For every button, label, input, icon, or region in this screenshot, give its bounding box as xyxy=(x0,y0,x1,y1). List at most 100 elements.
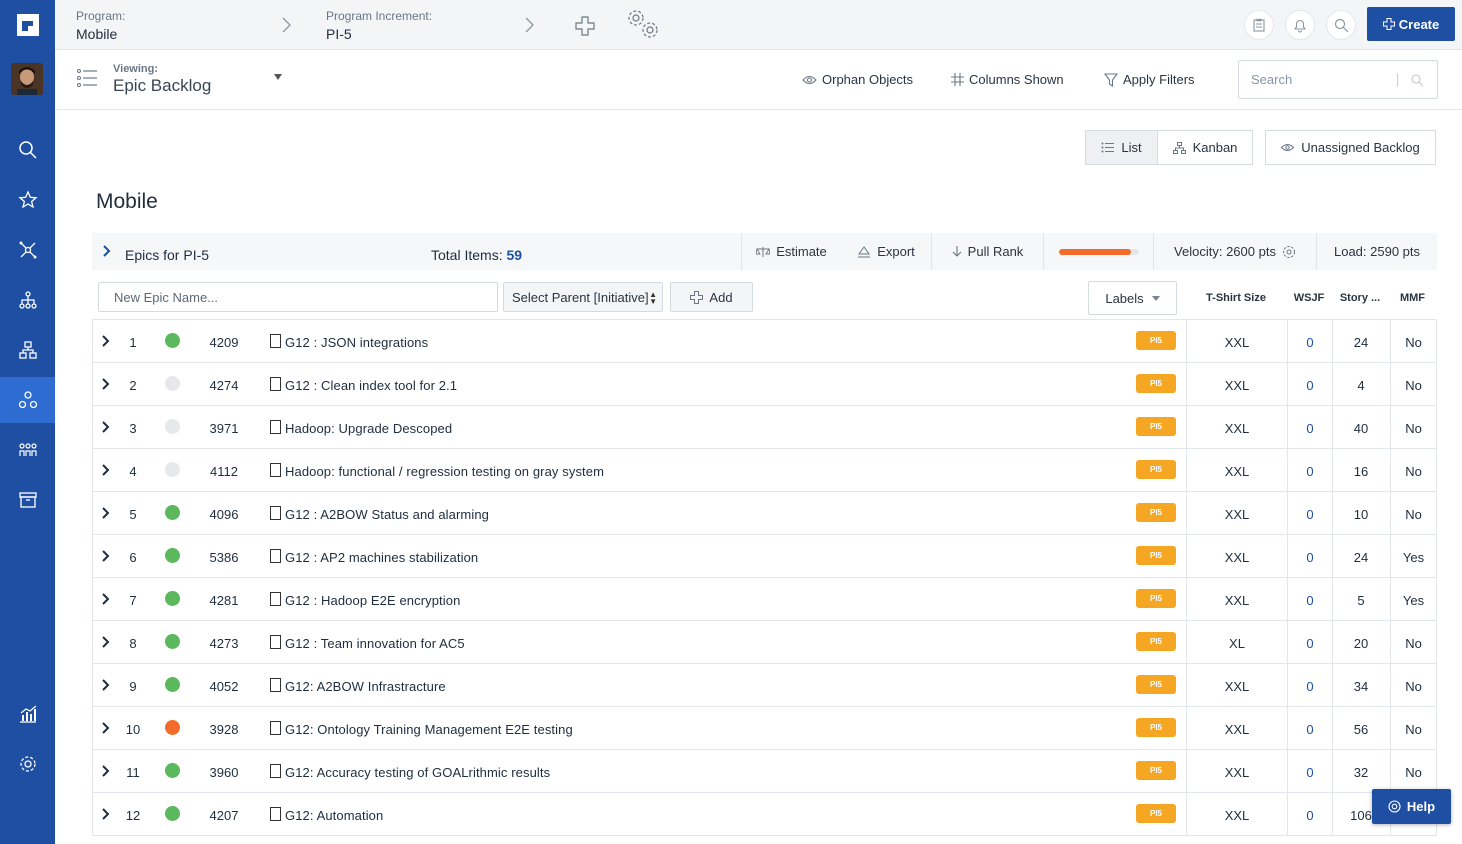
pi-label-badge[interactable]: PI5 xyxy=(1136,546,1176,565)
export-button[interactable]: Export xyxy=(841,233,931,270)
parent-initiative-select[interactable]: Select Parent [Initiative] ▲ ▼ xyxy=(503,282,663,312)
column-header-mmf[interactable]: MMF xyxy=(1390,292,1435,304)
chevron-right-icon[interactable] xyxy=(101,765,110,777)
row-size[interactable]: XXL xyxy=(1187,722,1287,737)
row-id[interactable]: 3971 xyxy=(201,421,247,436)
row-id[interactable]: 3960 xyxy=(201,765,247,780)
chevron-right-icon[interactable] xyxy=(102,245,111,257)
table-row[interactable]: 4 4112 Hadoop: functional / regression tes… xyxy=(92,449,1437,492)
labels-dropdown[interactable]: Labels xyxy=(1088,281,1177,315)
row-mmf[interactable]: Yes xyxy=(1391,593,1436,608)
pi-label-badge[interactable]: PI5 xyxy=(1136,589,1176,608)
row-name[interactable]: G12 : A2BOW Status and alarming xyxy=(285,507,489,522)
row-name[interactable]: G12: Automation xyxy=(285,808,383,823)
app-logo[interactable] xyxy=(0,0,55,50)
row-size[interactable]: XXL xyxy=(1187,421,1287,436)
add-icon[interactable] xyxy=(575,16,595,36)
column-header-wsjf[interactable]: WSJF xyxy=(1287,292,1331,304)
unassigned-backlog-button[interactable]: Unassigned Backlog xyxy=(1265,130,1436,165)
row-id[interactable]: 4112 xyxy=(201,464,247,479)
chevron-right-icon[interactable] xyxy=(101,378,110,390)
pi-label-badge[interactable]: PI5 xyxy=(1136,374,1176,393)
row-wsjf[interactable]: 0 xyxy=(1288,636,1332,651)
add-epic-button[interactable]: Add xyxy=(670,282,753,312)
pi-breadcrumb[interactable]: Program Increment: PI-5 xyxy=(326,9,432,42)
row-size[interactable]: XXL xyxy=(1187,550,1287,565)
viewing-value[interactable]: Epic Backlog xyxy=(113,76,211,96)
row-name[interactable]: G12 : Clean index tool for 2.1 xyxy=(285,378,457,393)
sidebar-settings[interactable] xyxy=(0,741,55,787)
chevron-right-icon[interactable] xyxy=(101,722,110,734)
row-mmf[interactable]: No xyxy=(1391,464,1436,479)
columns-shown-button[interactable]: Columns Shown xyxy=(951,72,1064,87)
row-story-points[interactable]: 24 xyxy=(1333,550,1389,565)
pi-label-badge[interactable]: PI5 xyxy=(1136,804,1176,823)
row-story-points[interactable]: 40 xyxy=(1333,421,1389,436)
table-row[interactable]: 8 4273 G12 : Team innovation for AC5 PI5 XL 0… xyxy=(92,621,1437,664)
table-row[interactable]: 9 4052 G12: A2BOW Infrastracture PI5 XXL 0 34 N… xyxy=(92,664,1437,707)
row-wsjf[interactable]: 0 xyxy=(1288,765,1332,780)
table-row[interactable]: 12 4207 G12: Automation PI5 XXL 0 106 xyxy=(92,793,1437,836)
row-id[interactable]: 4274 xyxy=(201,378,247,393)
row-id[interactable]: 3928 xyxy=(201,722,247,737)
row-size[interactable]: XXL xyxy=(1187,335,1287,350)
pi-label-badge[interactable]: PI5 xyxy=(1136,632,1176,651)
pi-label-badge[interactable]: PI5 xyxy=(1136,761,1176,780)
chevron-right-icon[interactable] xyxy=(101,679,110,691)
pi-label-badge[interactable]: PI5 xyxy=(1136,460,1176,479)
row-story-points[interactable]: 56 xyxy=(1333,722,1389,737)
row-mmf[interactable]: No xyxy=(1391,679,1436,694)
row-mmf[interactable]: No xyxy=(1391,636,1436,651)
estimate-button[interactable]: Estimate xyxy=(741,233,841,270)
row-size[interactable]: XXL xyxy=(1187,679,1287,694)
table-row[interactable]: 11 3960 G12: Accuracy testing of GOALrithm… xyxy=(92,750,1437,793)
row-mmf[interactable]: No xyxy=(1391,722,1436,737)
row-name[interactable]: G12 : AP2 machines stabilization xyxy=(285,550,478,565)
help-button[interactable]: Help xyxy=(1372,789,1451,824)
row-wsjf[interactable]: 0 xyxy=(1288,679,1332,694)
sidebar-favorites[interactable] xyxy=(0,177,55,223)
row-id[interactable]: 4207 xyxy=(201,808,247,823)
row-mmf[interactable]: No xyxy=(1391,378,1436,393)
row-wsjf[interactable]: 0 xyxy=(1288,507,1332,522)
sidebar-network[interactable] xyxy=(0,227,55,273)
row-wsjf[interactable]: 0 xyxy=(1288,421,1332,436)
row-mmf[interactable]: No xyxy=(1391,421,1436,436)
apply-filters-button[interactable]: Apply Filters xyxy=(1104,72,1195,87)
sidebar-team[interactable] xyxy=(0,427,55,473)
row-name[interactable]: G12 : Team innovation for AC5 xyxy=(285,636,465,651)
row-mmf[interactable]: No xyxy=(1391,335,1436,350)
new-epic-name-input[interactable] xyxy=(98,282,498,312)
row-name[interactable]: G12: Ontology Training Management E2E te… xyxy=(285,722,573,737)
view-dropdown-caret[interactable] xyxy=(274,74,282,80)
sidebar-reports[interactable] xyxy=(0,691,55,737)
chevron-right-icon[interactable] xyxy=(101,636,110,648)
table-row[interactable]: 10 3928 G12: Ontology Training Management … xyxy=(92,707,1437,750)
table-row[interactable]: 7 4281 G12 : Hadoop E2E encryption PI5 XXL 0 5… xyxy=(92,578,1437,621)
row-mmf[interactable]: No xyxy=(1391,507,1436,522)
table-row[interactable]: 2 4274 G12 : Clean index tool for 2.1 PI5 XX… xyxy=(92,363,1437,406)
program-breadcrumb[interactable]: Program: Mobile xyxy=(76,9,125,42)
clipboard-button[interactable] xyxy=(1244,10,1274,40)
chevron-right-icon[interactable] xyxy=(101,550,110,562)
row-story-points[interactable]: 24 xyxy=(1333,335,1389,350)
global-search-button[interactable] xyxy=(1326,10,1356,40)
row-size[interactable]: XXL xyxy=(1187,507,1287,522)
chevron-right-icon[interactable] xyxy=(101,421,110,433)
row-size[interactable]: XXL xyxy=(1187,808,1287,823)
row-story-points[interactable]: 4 xyxy=(1333,378,1389,393)
row-size[interactable]: XL xyxy=(1187,636,1287,651)
row-name[interactable]: G12: Accuracy testing of GOALrithmic res… xyxy=(285,765,550,780)
table-row[interactable]: 3 3971 Hadoop: Upgrade Descoped PI5 XXL 0 40 No xyxy=(92,406,1437,449)
row-name[interactable]: G12: A2BOW Infrastracture xyxy=(285,679,446,694)
row-story-points[interactable]: 5 xyxy=(1333,593,1389,608)
notifications-button[interactable] xyxy=(1285,10,1315,40)
sidebar-hierarchy[interactable] xyxy=(0,277,55,323)
row-wsjf[interactable]: 0 xyxy=(1288,378,1332,393)
row-wsjf[interactable]: 0 xyxy=(1288,808,1332,823)
chevron-right-icon[interactable] xyxy=(101,593,110,605)
pi-label-badge[interactable]: PI5 xyxy=(1136,331,1176,350)
chevron-right-icon[interactable] xyxy=(101,335,110,347)
row-story-points[interactable]: 34 xyxy=(1333,679,1389,694)
row-size[interactable]: XXL xyxy=(1187,765,1287,780)
